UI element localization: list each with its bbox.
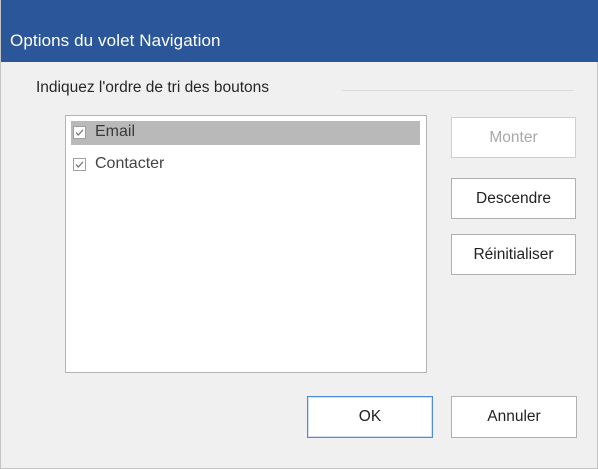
move-up-button[interactable]: Monter [451,117,576,158]
list-item-label: Email [95,123,136,140]
ok-button[interactable]: OK [307,396,433,438]
group-divider [342,90,574,91]
list-item-contacter[interactable]: Contacter [71,153,420,177]
reset-button[interactable]: Réinitialiser [451,234,576,275]
buttons-order-listbox[interactable]: Email Contacter [65,115,427,373]
contacter-checkbox[interactable] [73,158,86,171]
list-item-label: Contacter [95,155,165,172]
cancel-button[interactable]: Annuler [451,396,577,438]
navigation-options-dialog: Options du volet Navigation Indiquez l'o… [0,0,598,469]
title-bar[interactable]: Options du volet Navigation [1,0,598,62]
list-item-email[interactable]: Email [71,121,420,145]
move-down-button[interactable]: Descendre [451,178,576,219]
checkmark-icon [75,129,84,136]
email-checkbox[interactable] [73,126,86,139]
checkmark-icon [75,161,84,168]
dialog-title: Options du volet Navigation [10,31,221,50]
sort-order-group-label: Indiquez l'ordre de tri des boutons [36,79,270,96]
